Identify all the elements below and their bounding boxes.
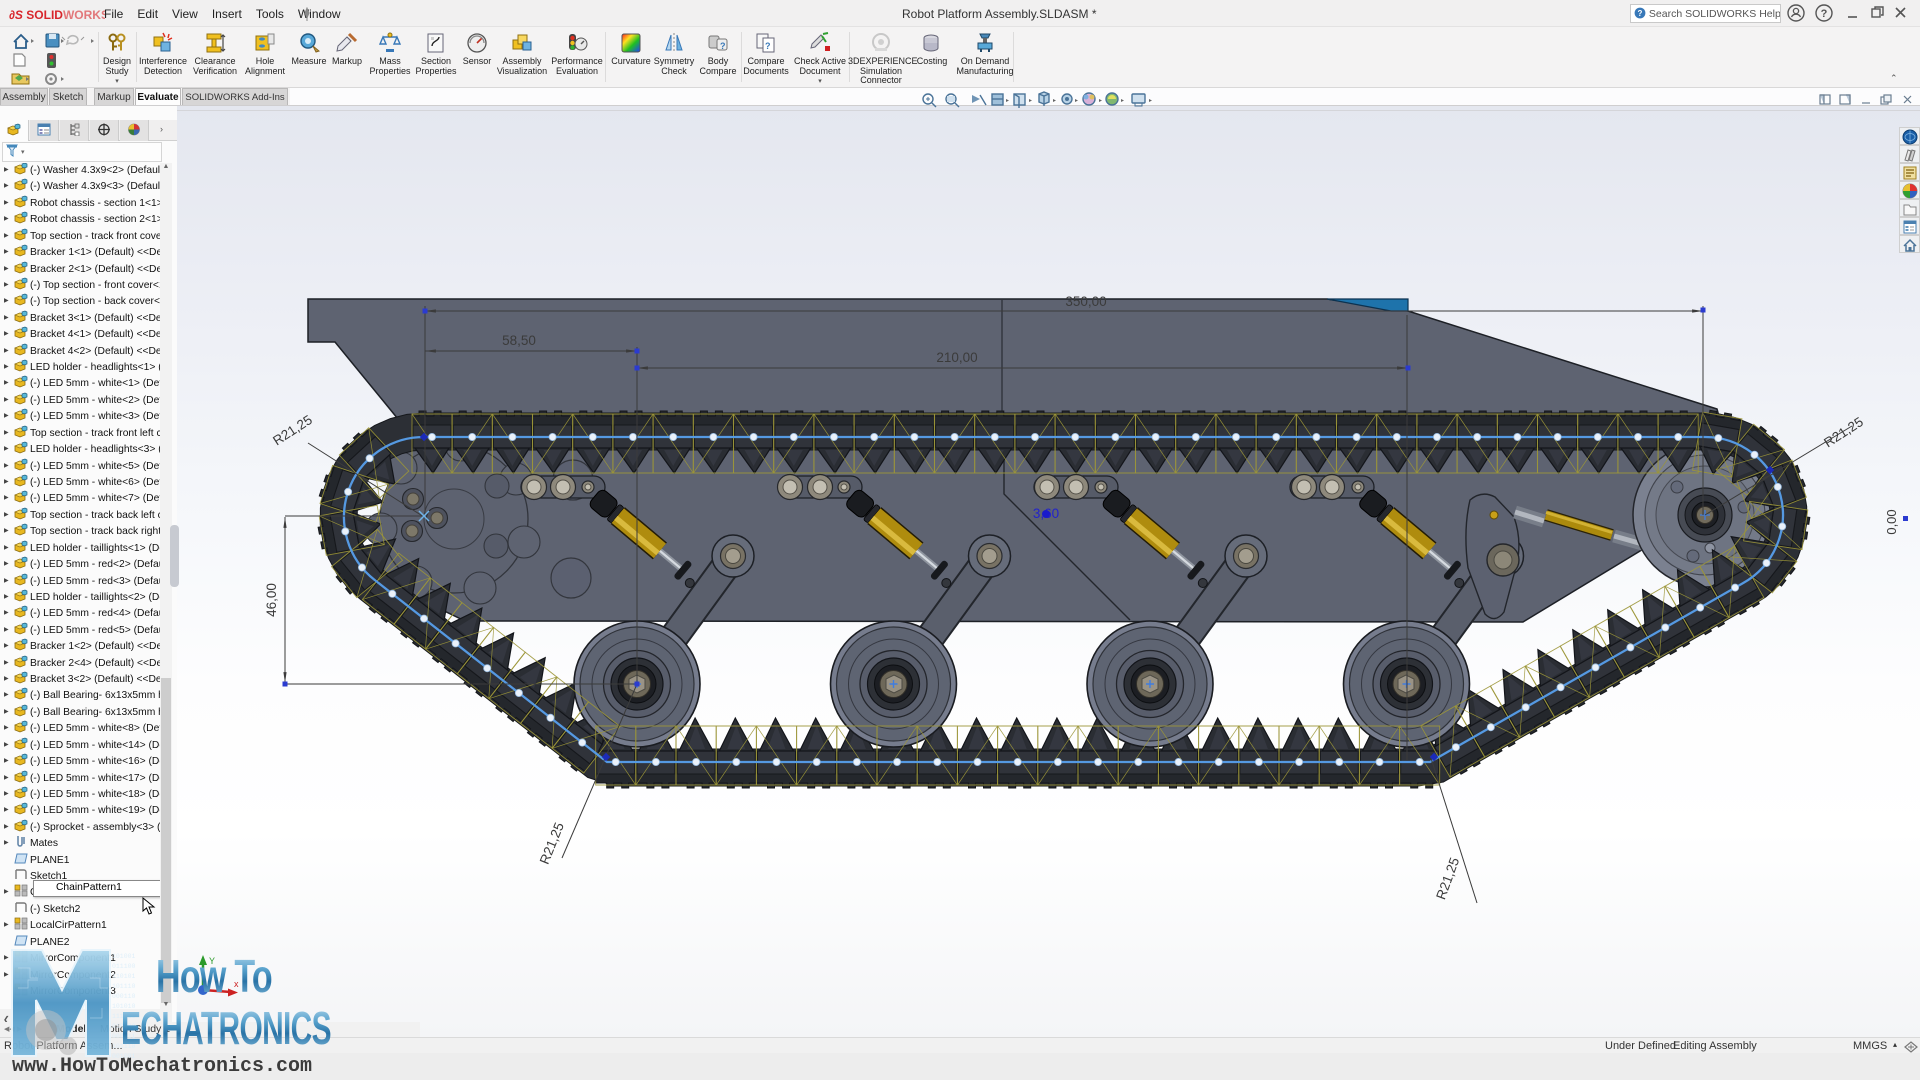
svg-text:?: ?: [720, 41, 726, 51]
svg-text:R21,25: R21,25: [1433, 855, 1462, 901]
svg-text:58,50: 58,50: [502, 333, 536, 348]
svg-text:R21,25: R21,25: [1821, 414, 1866, 450]
svg-text:46,00: 46,00: [264, 583, 279, 617]
svg-text:?: ?: [765, 41, 771, 51]
svg-text:?: ?: [1638, 9, 1643, 18]
svg-text:R21,25: R21,25: [537, 820, 567, 866]
svg-text:?: ?: [1821, 8, 1828, 20]
svg-text:x: x: [234, 979, 239, 989]
svg-text:350,00: 350,00: [1065, 294, 1106, 309]
svg-text:210,00: 210,00: [936, 350, 977, 365]
svg-text:Y: Y: [209, 956, 215, 966]
svg-text:0,00: 0,00: [1884, 509, 1899, 534]
